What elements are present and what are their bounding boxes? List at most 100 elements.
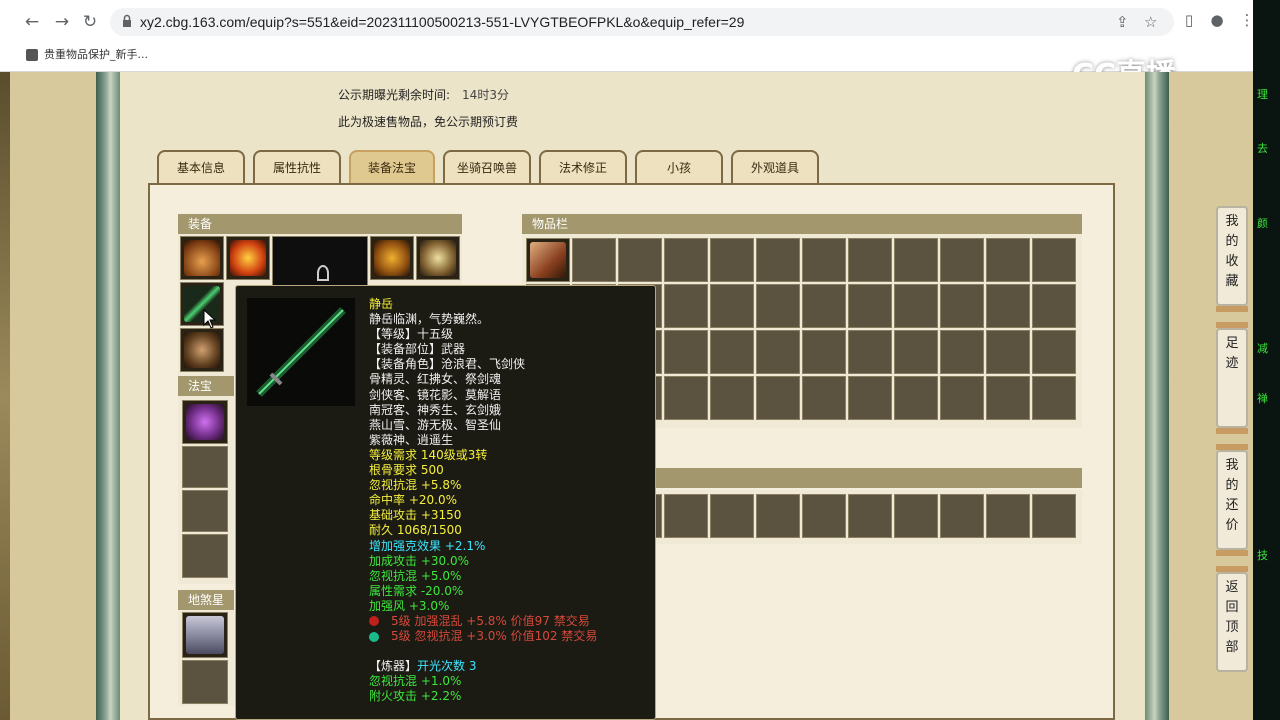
inventory-slot[interactable] xyxy=(710,376,754,420)
inventory-slot[interactable] xyxy=(710,238,754,282)
inventory-slot[interactable] xyxy=(1032,376,1076,420)
bookmark-star-icon[interactable]: ☆ xyxy=(1144,13,1157,31)
refine-attributes: 忽视抗混 +1.0% 附火攻击 +2.2% xyxy=(369,674,649,704)
attribute-line: 根骨要求 500 xyxy=(369,463,444,478)
sidepanel-icon[interactable]: ▯ xyxy=(1178,9,1200,31)
inventory-slot[interactable] xyxy=(848,494,892,538)
tab-appearance[interactable]: 外观道具 xyxy=(731,150,819,184)
inventory-slot[interactable] xyxy=(664,376,708,420)
inventory-slot[interactable] xyxy=(894,376,938,420)
equip-slot-weapon[interactable] xyxy=(180,282,224,326)
equip-slot-hat[interactable] xyxy=(180,236,224,280)
tab-basic-info[interactable]: 基本信息 xyxy=(157,150,245,184)
dishaxing-slot-2[interactable] xyxy=(182,660,228,704)
inventory-slot[interactable] xyxy=(802,376,846,420)
inventory-slot[interactable] xyxy=(894,238,938,282)
fabao-slot-1[interactable] xyxy=(182,400,228,444)
fabao-slot-3[interactable] xyxy=(182,490,228,532)
inventory-slot[interactable] xyxy=(756,284,800,328)
forward-icon[interactable]: → xyxy=(50,10,74,34)
public-time: 公示期曝光剩余时间: 14时3分 xyxy=(338,86,509,103)
public-time-label: 公示期曝光剩余时间: xyxy=(338,88,451,102)
inventory-slot[interactable] xyxy=(986,494,1030,538)
attribute-line: 骨精灵、红拂女、祭剑魂 xyxy=(369,372,502,387)
equip-slot-armor[interactable] xyxy=(370,236,414,280)
gem-line: 5级 加强混乱 +5.8% 价值97 禁交易 xyxy=(369,614,649,629)
inventory-slot[interactable] xyxy=(802,330,846,374)
inventory-slot[interactable] xyxy=(664,284,708,328)
fabao-slot-4[interactable] xyxy=(182,534,228,578)
gem-line: 5级 忽视抗混 +3.0% 价值102 禁交易 xyxy=(369,629,649,644)
inventory-slot[interactable] xyxy=(756,330,800,374)
tab-attributes[interactable]: 属性抗性 xyxy=(253,150,341,184)
inventory-slot[interactable] xyxy=(526,238,570,282)
right-border xyxy=(1145,72,1169,720)
inventory-slot[interactable] xyxy=(986,238,1030,282)
footprints-button[interactable]: 足迹 xyxy=(1216,322,1248,434)
address-bar[interactable]: xy2.cbg.163.com/equip?s=551&eid=20231110… xyxy=(110,8,1174,36)
inventory-slot[interactable] xyxy=(940,330,984,374)
inventory-slot[interactable] xyxy=(894,330,938,374)
equip-slot-belt[interactable] xyxy=(416,236,460,280)
fabao-slot-2[interactable] xyxy=(182,446,228,488)
sword-icon xyxy=(247,298,355,406)
my-favorites-button[interactable]: 我的收藏 xyxy=(1216,206,1248,312)
reload-icon[interactable]: ↻ xyxy=(78,10,102,34)
dishaxing-slot-1[interactable] xyxy=(182,612,228,658)
inventory-slot[interactable] xyxy=(848,284,892,328)
inventory-slot[interactable] xyxy=(664,238,708,282)
inventory-slot[interactable] xyxy=(1032,494,1076,538)
inventory-slot[interactable] xyxy=(618,238,662,282)
back-icon[interactable]: ← xyxy=(20,10,44,34)
side-button-label: 我的收藏 xyxy=(1225,214,1239,289)
tab-child[interactable]: 小孩 xyxy=(635,150,723,184)
left-decoration xyxy=(0,72,10,720)
inventory-slot[interactable] xyxy=(848,330,892,374)
gem-icon xyxy=(369,631,379,642)
my-offers-button[interactable]: 我的还价 xyxy=(1216,444,1248,556)
inventory-slot[interactable] xyxy=(940,376,984,420)
back-to-top-button[interactable]: 返回顶部 xyxy=(1216,566,1248,672)
profile-icon[interactable]: ● xyxy=(1206,9,1228,31)
share-icon[interactable]: ⇪ xyxy=(1116,13,1129,31)
inventory-slot[interactable] xyxy=(940,284,984,328)
refine-value: 开光次数 3 xyxy=(417,659,477,674)
fabao-header: 法宝 xyxy=(178,376,234,396)
inventory-slot[interactable] xyxy=(572,238,616,282)
inventory-slot[interactable] xyxy=(756,494,800,538)
attribute-line: 等级需求 140级或3转 xyxy=(369,447,488,462)
inventory-slot[interactable] xyxy=(1032,238,1076,282)
equip-slot-necklace[interactable] xyxy=(226,236,270,280)
inventory-slot[interactable] xyxy=(894,284,938,328)
inventory-slot[interactable] xyxy=(940,238,984,282)
inventory-slot[interactable] xyxy=(848,376,892,420)
bookmark-item[interactable]: 贵重物品保护_新手... xyxy=(26,46,148,62)
inventory-slot[interactable] xyxy=(710,284,754,328)
tab-equipment[interactable]: 装备法宝 xyxy=(349,150,435,184)
inventory-slot[interactable] xyxy=(710,494,754,538)
inventory-slot[interactable] xyxy=(802,284,846,328)
tab-mounts[interactable]: 坐骑召唤兽 xyxy=(443,150,531,184)
inventory-slot[interactable] xyxy=(802,238,846,282)
inventory-slot[interactable] xyxy=(756,376,800,420)
fabao-grid xyxy=(178,396,234,584)
inventory-slot[interactable] xyxy=(1032,284,1076,328)
inventory-slot[interactable] xyxy=(710,330,754,374)
attribute-line: 燕山雪、游无极、智圣仙 xyxy=(369,417,502,432)
inventory-slot[interactable] xyxy=(986,376,1030,420)
inventory-slot[interactable] xyxy=(940,494,984,538)
public-time-value: 14时3分 xyxy=(462,88,509,102)
tab-spells[interactable]: 法术修正 xyxy=(539,150,627,184)
inventory-slot[interactable] xyxy=(664,494,708,538)
inventory-slot[interactable] xyxy=(986,284,1030,328)
inventory-slot[interactable] xyxy=(664,330,708,374)
inventory-slot[interactable] xyxy=(986,330,1030,374)
inventory-slot[interactable] xyxy=(848,238,892,282)
equip-slot-shoes[interactable] xyxy=(180,328,224,372)
inventory-slot[interactable] xyxy=(1032,330,1076,374)
attribute-line: 【装备部位】武器 xyxy=(369,342,466,357)
inventory-slot[interactable] xyxy=(802,494,846,538)
inventory-slot[interactable] xyxy=(894,494,938,538)
attribute-line: 基础攻击 +3150 xyxy=(369,508,462,523)
inventory-slot[interactable] xyxy=(756,238,800,282)
